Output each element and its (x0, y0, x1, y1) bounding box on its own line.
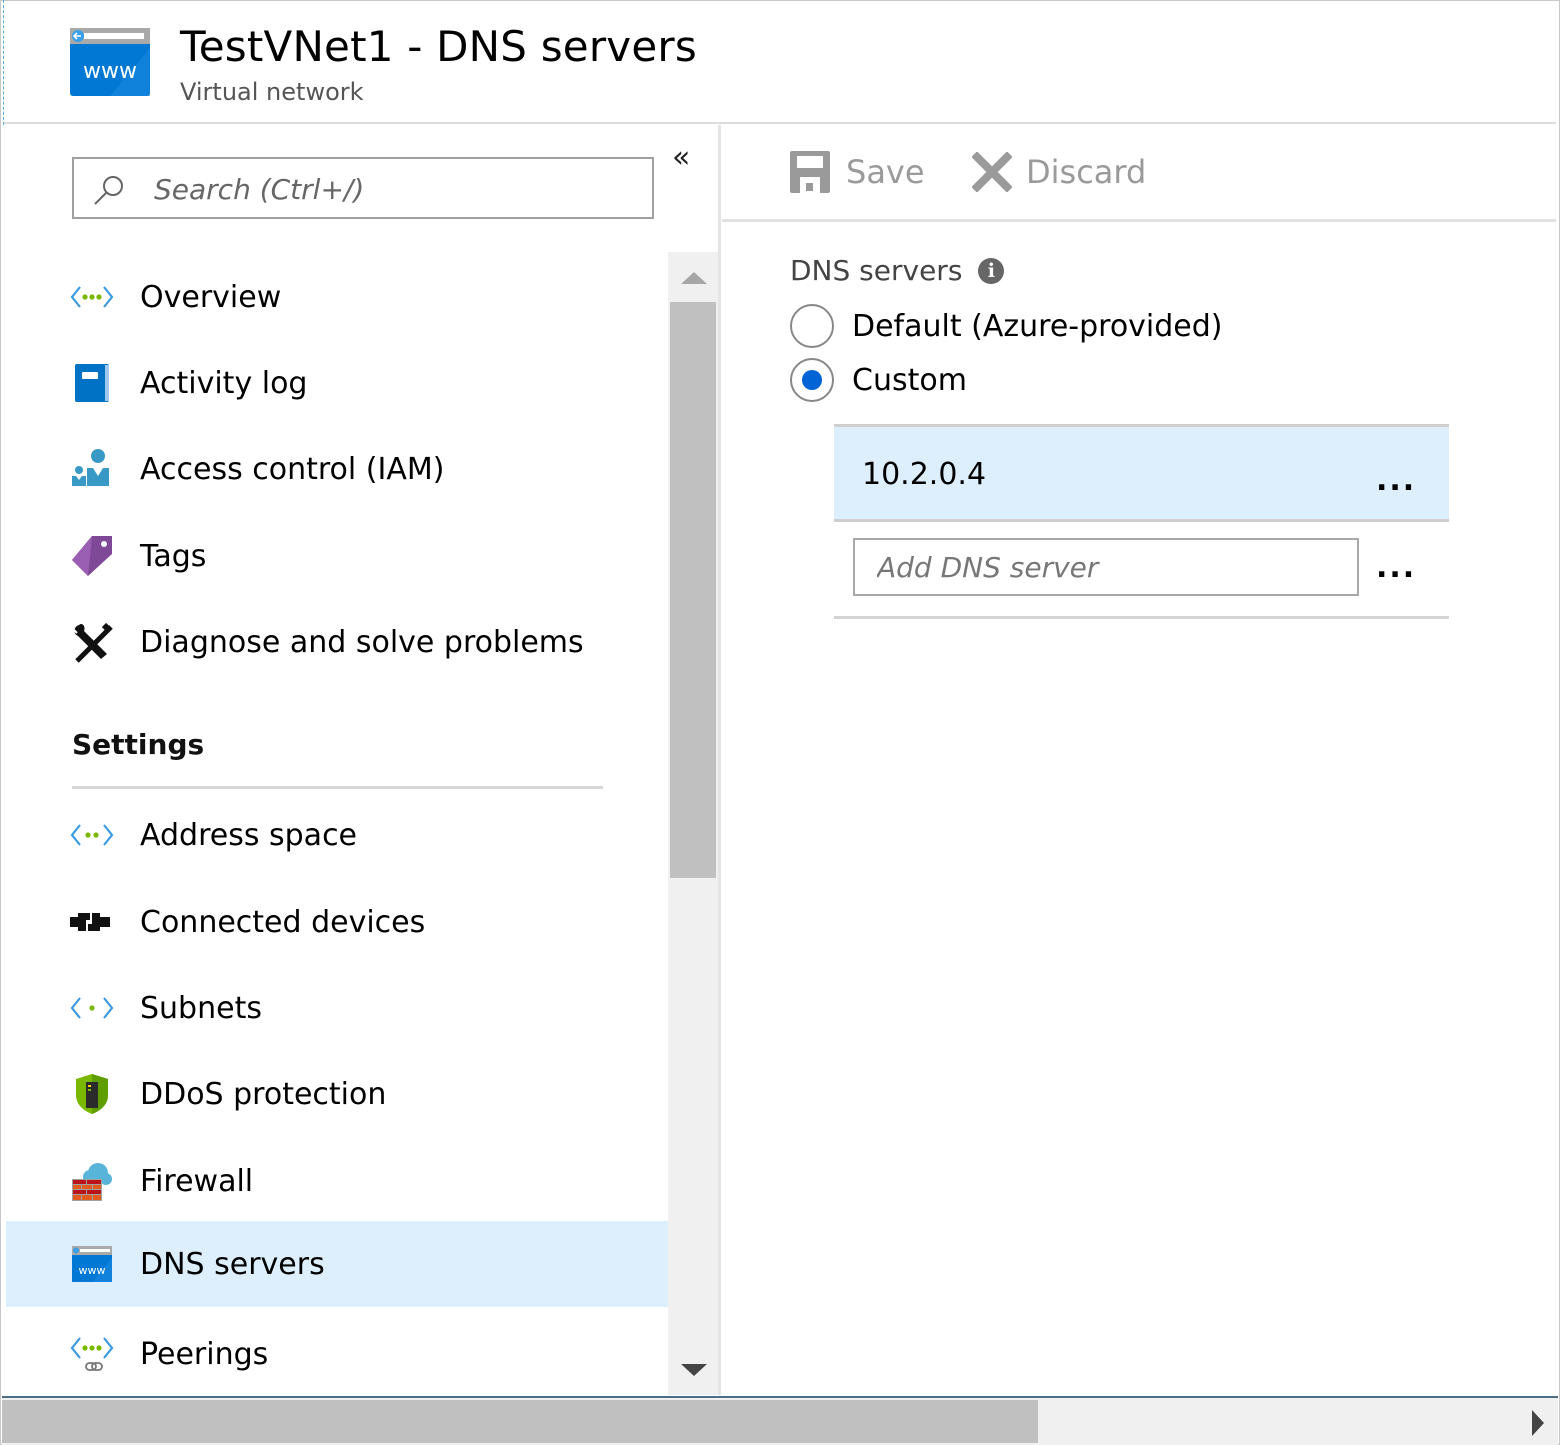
sidebar-item-label: Diagnose and solve problems (140, 624, 584, 660)
dns-settings-panel: DNS servers i Default (Azure-provided) C… (722, 222, 1556, 1394)
page-subtitle: Virtual network (180, 78, 364, 106)
more-options-button[interactable]: ... (1376, 463, 1416, 498)
sidebar-item-label: DDoS protection (140, 1076, 387, 1112)
collapse-sidebar-button[interactable]: « (672, 140, 690, 175)
radio-circle[interactable] (790, 358, 834, 402)
wrench-screwdriver-icon (70, 620, 114, 664)
sidebar-item-dns-servers[interactable]: www DNS servers (6, 1221, 668, 1307)
scroll-down-arrow[interactable] (681, 1364, 707, 1376)
save-label: Save (846, 153, 925, 191)
svg-text:www: www (79, 1264, 106, 1277)
peerings-icon (70, 1332, 114, 1376)
command-bar: Save Discard (722, 125, 1556, 222)
sidebar-item-connected-devices[interactable]: Connected devices (6, 879, 668, 965)
settings-divider (72, 786, 603, 789)
add-dns-server-row: ... (834, 522, 1449, 619)
radio-circle[interactable] (790, 304, 834, 348)
horizontal-scrollbar[interactable] (2, 1396, 1558, 1445)
sidebar-item-firewall[interactable]: Firewall (6, 1138, 668, 1224)
sidebar-item-label: Address space (140, 817, 358, 853)
firewall-icon (70, 1159, 114, 1203)
settings-section-heading: Settings (72, 728, 205, 761)
sidebar-item-overview[interactable]: Overview (6, 254, 668, 340)
blade-header: www TestVNet1 - DNS servers Virtual netw… (4, 2, 1556, 124)
sidebar-item-label: Connected devices (140, 904, 426, 940)
discard-x-icon (972, 152, 1012, 192)
connected-devices-icon (70, 900, 114, 944)
sidebar-item-label: Firewall (140, 1163, 254, 1199)
page-title: TestVNet1 - DNS servers (180, 22, 697, 71)
vnet-overview-icon (70, 275, 114, 319)
tag-icon (70, 534, 114, 578)
sidebar-item-label: Activity log (140, 365, 308, 401)
radio-selected-dot (802, 370, 822, 390)
discard-label: Discard (1026, 153, 1147, 191)
search-icon (94, 176, 123, 205)
sidebar-item-label: Overview (140, 279, 282, 315)
sidebar-vertical-scrollbar[interactable] (668, 252, 718, 1395)
scroll-up-arrow[interactable] (681, 272, 707, 284)
sidebar-item-label: Access control (IAM) (140, 451, 445, 487)
scroll-thumb[interactable] (670, 302, 716, 878)
dns-server-value: 10.2.0.4 (862, 457, 987, 492)
radio-custom[interactable]: Custom (790, 358, 967, 402)
sidebar-item-label: Subnets (140, 990, 262, 1026)
radio-label: Default (Azure-provided) (852, 308, 1223, 344)
sidebar-item-tags[interactable]: Tags (6, 513, 668, 599)
sidebar-item-subnets[interactable]: Subnets (6, 965, 668, 1051)
sidebar-item-label: DNS servers (140, 1246, 325, 1282)
iam-users-icon (70, 447, 114, 491)
sidebar-item-address-space[interactable]: Address space (6, 792, 668, 878)
search-input[interactable] (152, 165, 636, 213)
sidebar-item-activity-log[interactable]: Activity log (6, 340, 668, 426)
save-button[interactable]: Save (788, 145, 925, 199)
sidebar-item-label: Tags (140, 538, 207, 574)
ddos-shield-icon (70, 1072, 114, 1116)
sidebar-item-access-control[interactable]: Access control (IAM) (6, 426, 668, 512)
add-dns-server-input[interactable] (853, 538, 1359, 596)
discard-button[interactable]: Discard (972, 145, 1146, 199)
scroll-right-arrow[interactable] (1532, 1410, 1544, 1436)
activity-log-book-icon (70, 361, 114, 405)
svg-text:www: www (83, 59, 137, 84)
sidebar-search[interactable] (72, 157, 654, 219)
field-label-text: DNS servers (790, 254, 963, 287)
horizontal-scroll-thumb[interactable] (2, 1400, 1038, 1443)
sidebar-item-ddos-protection[interactable]: DDoS protection (6, 1051, 668, 1137)
sidebar-item-diagnose[interactable]: Diagnose and solve problems (6, 599, 668, 685)
sidebar-item-label: Peerings (140, 1336, 269, 1372)
radio-default-azure-provided[interactable]: Default (Azure-provided) (790, 304, 1223, 348)
sidebar-item-peerings[interactable]: Peerings (6, 1311, 668, 1397)
dns-servers-field-label: DNS servers i (790, 254, 1005, 287)
save-icon (790, 151, 830, 193)
more-options-button[interactable]: ... (1376, 550, 1416, 585)
radio-label: Custom (852, 362, 967, 398)
dns-www-icon: www (70, 1242, 114, 1286)
pane-divider (718, 125, 721, 1395)
dns-server-row[interactable]: 10.2.0.4 ... (834, 424, 1449, 522)
www-globe-icon: www (70, 28, 150, 96)
subnets-icon (70, 986, 114, 1030)
address-space-icon (70, 813, 114, 857)
info-icon[interactable]: i (978, 257, 1005, 284)
